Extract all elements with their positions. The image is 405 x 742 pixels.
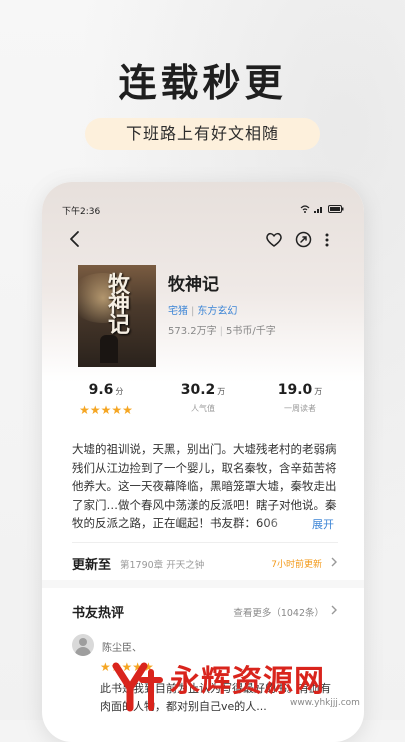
weekly-readers-label: 一周读者 bbox=[284, 404, 316, 413]
popularity-value: 30.2 bbox=[180, 382, 216, 398]
popularity-unit: 万 bbox=[217, 387, 226, 396]
cover-title: 牧神记 bbox=[108, 272, 131, 338]
nav-bar bbox=[42, 230, 364, 254]
price: 5书币/千字 bbox=[226, 326, 276, 337]
rating-stars: ★★★★★ bbox=[79, 403, 133, 417]
stat-rating: 9.6 分 ★★★★★ bbox=[56, 382, 156, 417]
promo-subtitle-pill: 下班路上有好文相随 bbox=[85, 118, 320, 150]
rating-unit: 分 bbox=[115, 387, 124, 396]
site-watermark: 永辉资源网 www.yhkjjj.com bbox=[108, 650, 405, 720]
divider bbox=[72, 542, 338, 543]
status-bar: 下午2:36 bbox=[62, 204, 344, 218]
latest-chapter: 第1790章 开天之钟 bbox=[120, 560, 205, 571]
view-more-reviews-link[interactable]: 查看更多（1042条） bbox=[233, 605, 324, 619]
chevron-right-icon bbox=[331, 605, 337, 615]
book-meta: 573.2万字 | 5书币/千字 bbox=[168, 322, 276, 337]
rating-value: 9.6 bbox=[88, 382, 114, 398]
back-arrow-icon[interactable] bbox=[68, 230, 82, 248]
expand-button[interactable]: 展开 bbox=[312, 516, 334, 532]
watermark-text: 永辉资源网 bbox=[170, 664, 325, 699]
stat-weekly-readers: 19.0 万 一周读者 bbox=[250, 382, 350, 414]
promo-headline: 连载秒更 bbox=[118, 61, 287, 105]
book-author-genre: 宅猪 | 东方玄幻 bbox=[168, 302, 237, 317]
wifi-icon bbox=[300, 205, 310, 213]
stats-row: 9.6 分 ★★★★★ 30.2 万 人气值 19.0 万 一周读者 bbox=[42, 382, 364, 432]
reviews-heading: 书友热评 bbox=[72, 606, 125, 621]
weekly-readers-value: 19.0 bbox=[277, 382, 313, 398]
book-cover[interactable]: 牧神记 bbox=[78, 265, 156, 367]
update-heading: 更新至 bbox=[72, 558, 112, 573]
cover-figure bbox=[100, 335, 118, 363]
popularity-label: 人气值 bbox=[191, 404, 215, 413]
latest-update-row[interactable]: 更新至 第1790章 开天之钟 7小时前更新 bbox=[72, 554, 338, 574]
more-icon[interactable] bbox=[324, 232, 330, 248]
word-count: 573.2万字 bbox=[168, 326, 217, 337]
avatar bbox=[72, 634, 94, 656]
watermark-logo-icon bbox=[112, 662, 163, 712]
watermark-url: www.yhkjjj.com bbox=[290, 698, 360, 708]
genre-link[interactable]: 东方玄幻 bbox=[197, 306, 237, 317]
reviews-header: 书友热评 查看更多（1042条） bbox=[72, 602, 338, 622]
book-title: 牧神记 bbox=[168, 275, 219, 295]
status-time: 下午2:36 bbox=[62, 207, 101, 217]
separator: | bbox=[219, 326, 224, 337]
update-time: 7小时前更新 bbox=[271, 560, 322, 570]
stat-popularity: 30.2 万 人气值 bbox=[153, 382, 253, 414]
chevron-right-icon bbox=[331, 557, 337, 567]
share-icon[interactable] bbox=[295, 231, 312, 248]
weekly-readers-unit: 万 bbox=[314, 387, 323, 396]
section-gap bbox=[42, 580, 364, 588]
author-link[interactable]: 宅猪 bbox=[168, 306, 188, 317]
separator: | bbox=[191, 306, 195, 317]
signal-icon bbox=[314, 207, 322, 213]
heart-icon[interactable] bbox=[265, 232, 283, 248]
battery-icon bbox=[328, 205, 344, 213]
